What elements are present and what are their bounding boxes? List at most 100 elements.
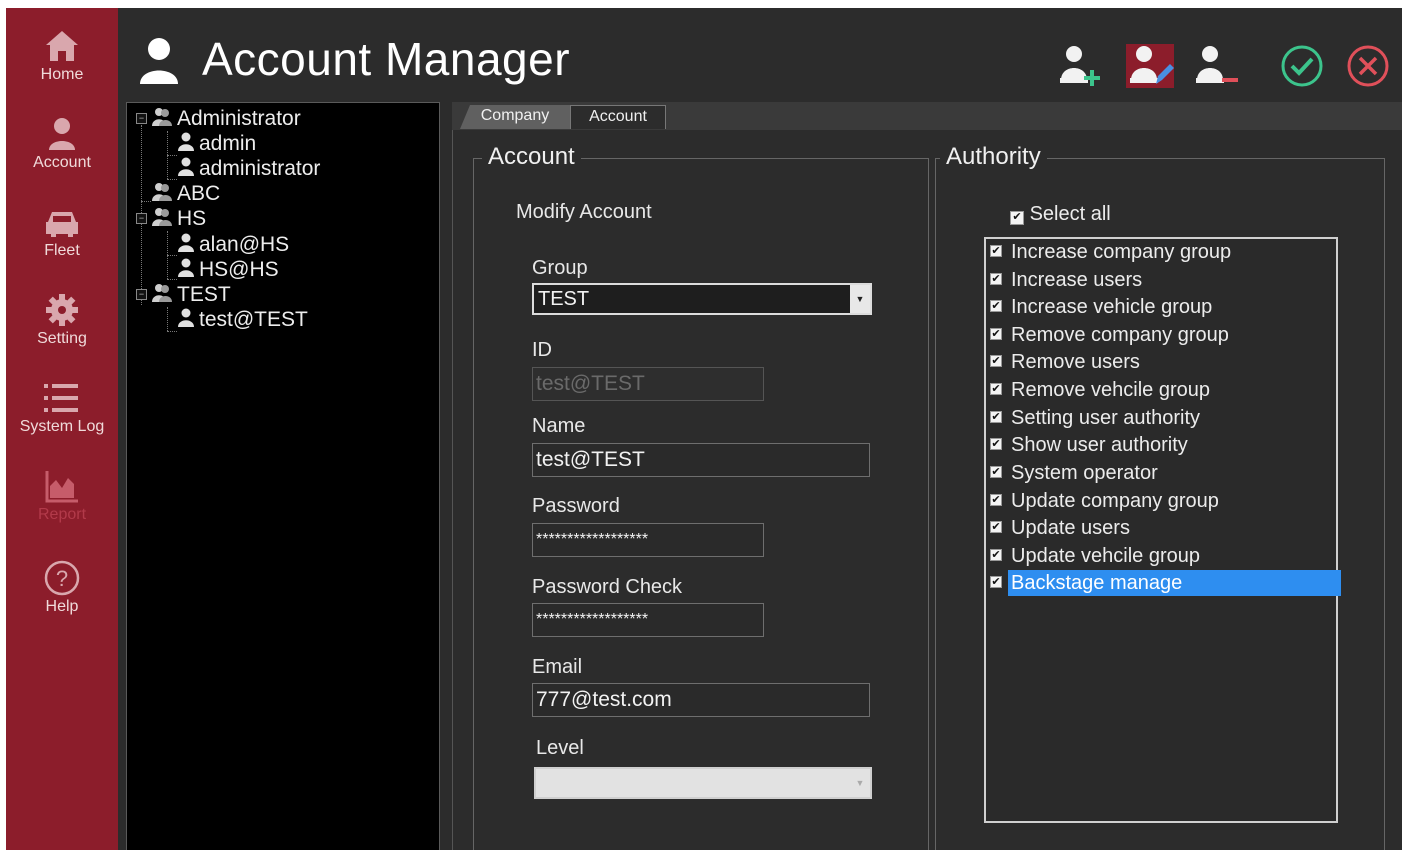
- modify-account-heading: Modify Account: [516, 201, 652, 223]
- confirm-button[interactable]: [1278, 44, 1326, 88]
- tree-group-administrator[interactable]: Administrator: [151, 107, 301, 131]
- sidebar-item-report[interactable]: Report: [6, 468, 118, 548]
- sidebar-item-label: Home: [40, 66, 84, 83]
- authority-item[interactable]: Update company group: [986, 488, 1336, 514]
- checkbox-icon: [990, 355, 1002, 367]
- user-icon: [178, 132, 194, 151]
- authority-item-label: Show user authority: [1011, 434, 1188, 456]
- tree-group-hs[interactable]: HS: [151, 207, 206, 231]
- user-icon: [178, 233, 194, 252]
- tree-node-label: TEST: [177, 283, 231, 306]
- tree-user-alan[interactable]: alan@HS: [177, 233, 289, 257]
- password-label: Password: [532, 495, 620, 517]
- user-group-icon: [152, 284, 172, 302]
- account-tree: − Administrator admin administrator ABC …: [126, 102, 440, 850]
- tab-account[interactable]: Account: [570, 105, 666, 129]
- checkbox-icon: [1010, 211, 1024, 225]
- add-user-button[interactable]: [1056, 44, 1104, 88]
- tree-node-label: Administrator: [177, 107, 301, 130]
- tree-user-test[interactable]: test@TEST: [177, 308, 308, 332]
- user-icon: [178, 157, 194, 176]
- tree-node-label: admin: [199, 132, 257, 155]
- chevron-down-icon: ▼: [850, 769, 870, 797]
- authority-item[interactable]: Increase users: [986, 267, 1336, 293]
- account-groupbox: Account Modify Account Group TEST ▼ ID N…: [473, 143, 929, 850]
- tree-user-admin[interactable]: admin: [177, 132, 256, 156]
- user-group-icon: [152, 183, 172, 201]
- authority-item-label: Remove company group: [1011, 324, 1229, 346]
- password-check-field[interactable]: [532, 603, 764, 637]
- password-field[interactable]: [532, 523, 764, 557]
- select-all-label: Select all: [1029, 203, 1111, 225]
- tree-group-test[interactable]: TEST: [151, 283, 231, 307]
- remove-user-button[interactable]: [1192, 44, 1240, 88]
- authority-item-label: Remove vehcile group: [1011, 379, 1210, 401]
- authority-item-label: Setting user authority: [1011, 407, 1200, 429]
- tab-strip: Company Account: [452, 102, 1402, 130]
- checkbox-icon: [990, 494, 1002, 506]
- authority-item-label: Update users: [1011, 517, 1130, 539]
- tree-node-label: HS: [177, 207, 207, 230]
- checkbox-icon: [990, 328, 1002, 340]
- car-icon: [6, 204, 118, 240]
- tree-user-administrator[interactable]: administrator: [177, 157, 320, 181]
- email-label: Email: [532, 656, 583, 678]
- level-select[interactable]: ▼: [534, 767, 872, 799]
- tree-node-label: administrator: [199, 157, 321, 180]
- authority-item[interactable]: System operator: [986, 460, 1336, 486]
- sidebar-item-setting[interactable]: Setting: [6, 292, 118, 372]
- authority-groupbox: Authority Select all Increase company gr…: [935, 143, 1385, 850]
- authority-item[interactable]: Remove vehcile group: [986, 377, 1336, 403]
- authority-item[interactable]: Show user authority: [986, 432, 1336, 458]
- user-group-icon: [152, 208, 172, 226]
- sidebar-item-help[interactable]: ? Help: [6, 560, 118, 640]
- tree-node-label: ABC: [177, 182, 221, 205]
- checkbox-icon: [990, 411, 1002, 423]
- checkbox-icon: [990, 273, 1002, 285]
- sidebar-item-system-log[interactable]: System Log: [6, 380, 118, 460]
- tree-node-label: HS@HS: [199, 258, 279, 281]
- collapse-toggle[interactable]: −: [136, 113, 147, 124]
- tree-group-abc[interactable]: ABC: [151, 182, 220, 206]
- id-field[interactable]: [532, 367, 764, 401]
- email-field[interactable]: [532, 683, 870, 717]
- tree-node-label: alan@HS: [199, 233, 290, 256]
- authority-item[interactable]: Remove company group: [986, 322, 1336, 348]
- name-field[interactable]: [532, 443, 870, 477]
- sidebar-item-fleet[interactable]: Fleet: [6, 204, 118, 284]
- authority-item[interactable]: Update vehcile group: [986, 543, 1336, 569]
- sidebar-item-label: Account: [33, 154, 91, 171]
- sidebar-item-label: System Log: [19, 418, 105, 435]
- authority-item-label: Increase vehicle group: [1011, 296, 1213, 318]
- edit-user-button[interactable]: [1126, 44, 1174, 88]
- svg-text:?: ?: [56, 566, 68, 591]
- app-window: Home Account Fleet Setting System Log Re…: [6, 8, 1402, 850]
- tab-company[interactable]: Company: [460, 105, 570, 129]
- user-group-icon: [152, 108, 172, 126]
- cancel-icon: [1344, 45, 1392, 92]
- level-label: Level: [536, 737, 584, 759]
- authority-item-label: Increase users: [1011, 269, 1143, 291]
- authority-item-label: Remove users: [1011, 351, 1140, 373]
- collapse-toggle[interactable]: −: [136, 213, 147, 224]
- group-label: Group: [532, 257, 588, 279]
- authority-item[interactable]: Update users: [986, 515, 1336, 541]
- select-all-checkbox[interactable]: Select all: [1010, 203, 1111, 226]
- name-label: Name: [532, 415, 586, 437]
- sidebar-item-account[interactable]: Account: [6, 116, 118, 196]
- authority-item-label: Increase company group: [1011, 241, 1232, 263]
- collapse-toggle[interactable]: −: [136, 289, 147, 300]
- tree-user-hs[interactable]: HS@HS: [177, 258, 279, 282]
- authority-item[interactable]: Increase company group: [986, 239, 1336, 265]
- group-select[interactable]: TEST ▼: [532, 283, 872, 315]
- sidebar-item-label: Report: [37, 506, 87, 523]
- authority-item-label: Update company group: [1011, 490, 1219, 512]
- authority-item[interactable]: Backstage manage: [986, 570, 1341, 596]
- authority-item[interactable]: Setting user authority: [986, 405, 1336, 431]
- sidebar-item-home[interactable]: Home: [6, 28, 118, 108]
- authority-item[interactable]: Remove users: [986, 349, 1336, 375]
- cancel-button[interactable]: [1344, 44, 1392, 88]
- authority-item[interactable]: Increase vehicle group: [986, 294, 1336, 320]
- authority-item-label: System operator: [1011, 462, 1158, 484]
- checkbox-icon: [990, 576, 1002, 588]
